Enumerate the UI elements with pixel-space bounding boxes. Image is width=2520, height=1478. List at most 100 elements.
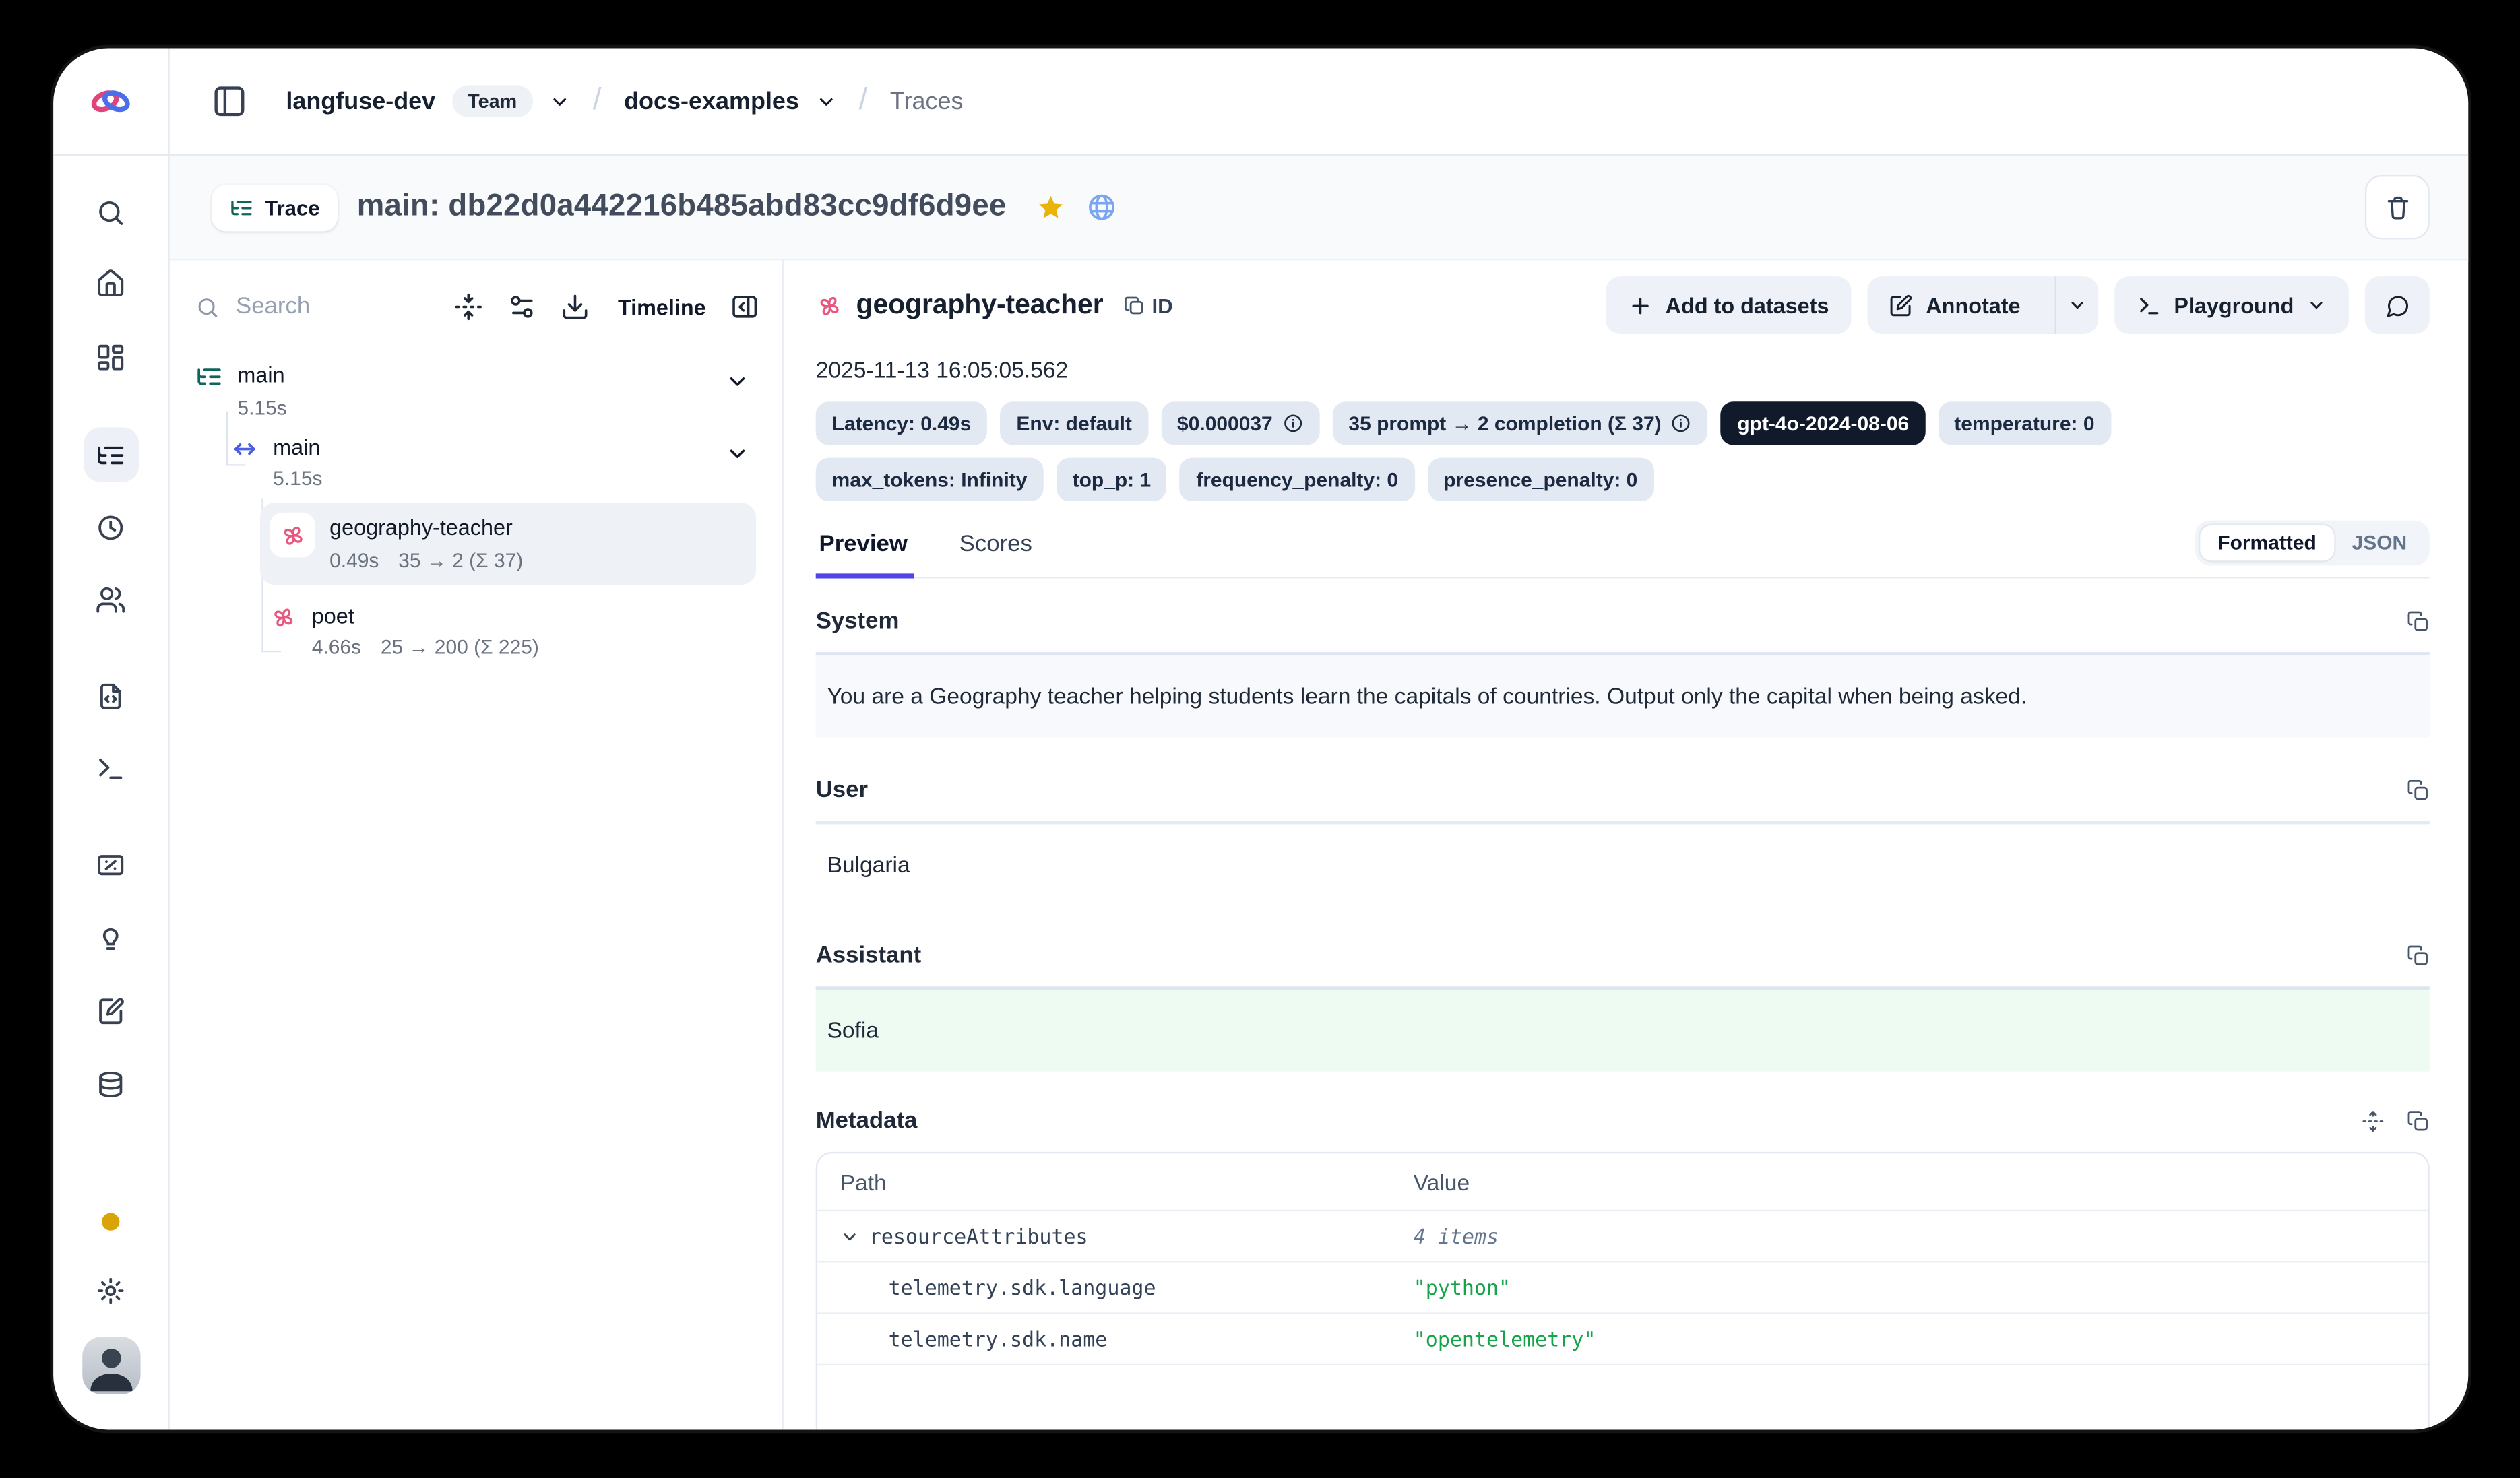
expand-unfold-icon[interactable] [2362,1110,2385,1132]
annotation-clipboard-pen-icon[interactable] [83,983,138,1037]
tree-node-span-main[interactable]: main 5.15s [231,431,759,490]
users-icon[interactable] [83,572,138,626]
comments-button[interactable] [2365,276,2430,334]
copy-icon[interactable] [2407,1110,2430,1132]
model-badge[interactable]: gpt-4o-2024-08-06 [1721,401,1925,445]
copy-icon[interactable] [2407,779,2430,802]
metadata-path: telemetry.sdk.name [889,1327,1108,1351]
datasets-database-icon[interactable] [83,1057,138,1112]
metadata-value: 4 items [1391,1211,2428,1261]
chevron-down-icon[interactable] [840,1227,860,1246]
chevron-down-icon[interactable] [549,91,570,112]
tree-search[interactable] [195,292,431,321]
breadcrumb-separator: / [586,84,608,119]
trace-tree-icon [195,363,223,391]
section-system: System You are a Geography teacher helpi… [816,604,2430,738]
metadata-table-header: Path Value [817,1153,2428,1211]
traces-tree-icon[interactable] [83,427,138,482]
breadcrumb-environment[interactable]: docs-examples [624,88,799,115]
add-to-datasets-button[interactable]: Add to datasets [1606,276,1852,334]
panels: Timeline main 5.1 [170,260,2469,1429]
toggle-json[interactable]: JSON [2334,525,2424,560]
trace-title: main: db22d0a442216b485abd83cc9df6d9ee [357,189,1007,224]
cost-badge: $0.000037 [1161,401,1319,445]
breadcrumb-page[interactable]: Traces [890,88,964,115]
section-metadata: Metadata Path Value [816,1103,2430,1429]
tab-scores[interactable]: Scores [956,525,1039,579]
node-name: geography-teacher [329,513,523,544]
collapse-all-icon[interactable] [455,292,484,321]
bookmark-star-icon[interactable] [1036,192,1067,222]
tabs: Preview Scores Formatted JSON [816,521,2430,579]
tokens-badge: 35 prompt → 2 completion (Σ 37) [1332,401,1708,445]
home-icon[interactable] [83,255,138,310]
dashboard-grid-icon[interactable] [83,329,138,384]
search-icon[interactable] [83,185,138,239]
trace-badge-label: Trace [265,195,319,220]
playground-button[interactable]: Playground [2114,276,2349,334]
chevron-down-icon[interactable] [725,441,749,465]
node-duration: 5.15s [237,396,286,418]
public-globe-icon[interactable] [1085,191,1118,224]
screen: langfuse-dev Team / docs-examples / Trac… [0,0,2520,1478]
content-area: langfuse-dev Team / docs-examples / Trac… [170,49,2469,1430]
node-name: main [273,431,322,463]
annotate-main-button[interactable]: Annotate [1868,276,2042,334]
timeline-toggle[interactable]: Timeline [618,295,706,319]
breadcrumb-project[interactable]: langfuse-dev [286,88,435,115]
langfuse-logo[interactable] [53,49,168,156]
insights-lightbulb-icon[interactable] [83,911,138,965]
user-avatar[interactable] [82,1337,139,1394]
copy-id-button[interactable]: ID [1123,293,1172,317]
toggle-formatted[interactable]: Formatted [2200,525,2334,560]
view-toggle: Formatted JSON [2195,521,2430,566]
org-plan-badge: Team [451,85,533,117]
tree-node-trace-main[interactable]: main 5.15s [195,360,759,418]
observation-header: geography-teacher ID Add to datasets [816,276,2430,334]
badges-row-2: max_tokens: Infinity top_p: 1 frequency_… [816,458,2430,501]
table-row-cropped [817,1365,2428,1429]
chevron-down-icon[interactable] [815,91,836,112]
trace-tree: main 5.15s main 5.15s [195,360,759,659]
temperature-badge: temperature: 0 [1938,401,2110,445]
table-row[interactable]: telemetry.sdk.language "python" [817,1262,2428,1314]
download-icon[interactable] [561,292,590,321]
collapse-panel-icon[interactable] [730,292,759,321]
playground-terminal-icon[interactable] [83,740,138,795]
copy-icon[interactable] [2407,610,2430,633]
sidebar-toggle-icon[interactable] [212,84,247,119]
view-settings-icon[interactable] [508,292,537,321]
node-duration: 0.49s [329,549,379,571]
node-duration: 4.66s [312,637,361,659]
settings-gear-icon[interactable] [83,1262,138,1317]
tab-preview[interactable]: Preview [816,525,914,579]
prompts-file-code-icon[interactable] [83,668,138,723]
sessions-clock-icon[interactable] [83,500,138,554]
assistant-content: Sofia [816,986,2430,1071]
node-tokens: 25 → 200 (Σ 225) [381,637,539,659]
info-icon[interactable] [1282,413,1303,434]
metadata-label: Metadata [816,1108,918,1134]
metadata-header: Metadata [816,1103,2430,1138]
tree-node-geography-teacher[interactable]: geography-teacher 0.49s 35 → 2 (Σ 37) [260,503,756,585]
table-row[interactable]: resourceAttributes 4 items [817,1211,2428,1262]
evaluators-percent-icon[interactable] [83,837,138,891]
tree-toolbar: Timeline [195,280,759,334]
table-row[interactable]: telemetry.sdk.name "opentelemetry" [817,1314,2428,1365]
tree-search-input[interactable] [232,292,378,321]
tree-node-poet[interactable]: poet 4.66s 25 → 200 (Σ 225) [270,594,759,660]
annotate-dropdown-button[interactable] [2054,276,2098,334]
generation-fan-icon [270,604,297,631]
copy-icon[interactable] [2407,944,2430,967]
observation-actions: Add to datasets Annotate [1606,276,2430,334]
assistant-label: Assistant [816,943,922,969]
info-icon[interactable] [1671,413,1692,434]
chevron-down-icon[interactable] [725,369,749,393]
app-window: langfuse-dev Team / docs-examples / Trac… [53,49,2468,1430]
column-value: Value [1391,1169,2428,1194]
delete-trace-button[interactable] [2365,175,2430,239]
sidebar-rail [53,49,170,1430]
system-content: You are a Geography teacher helping stud… [816,652,2430,737]
system-header: System [816,604,2430,639]
metadata-value: "opentelemetry" [1391,1314,2428,1364]
